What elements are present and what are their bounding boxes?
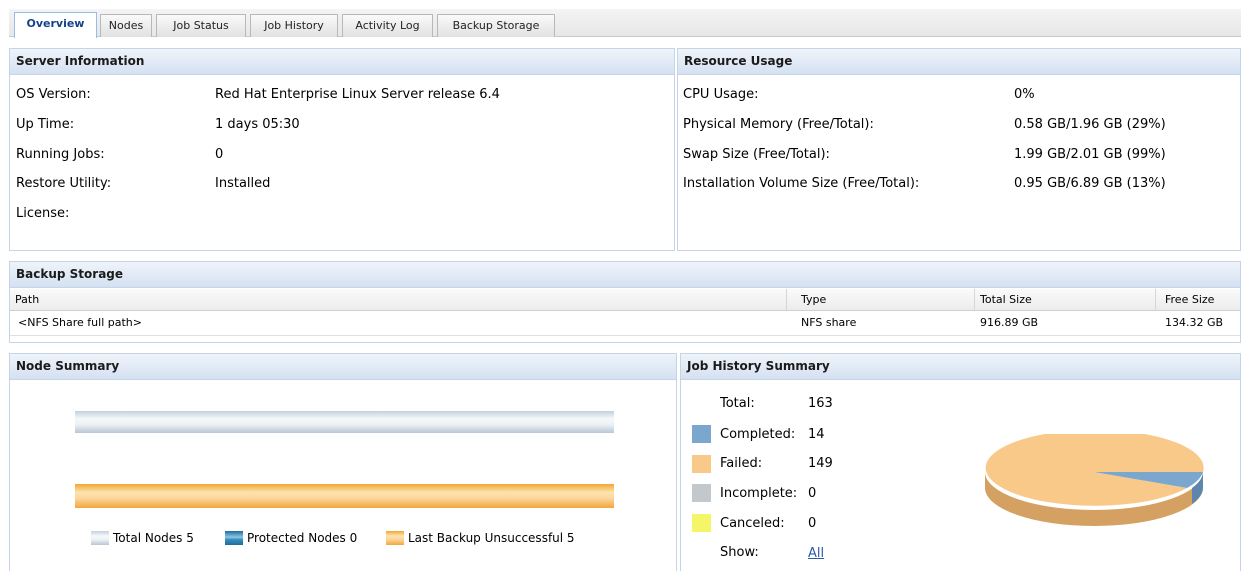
failed-swatch (692, 455, 711, 473)
swap-size-value: 1.99 GB/2.01 GB (99%) (1014, 147, 1166, 162)
pie-slice-failed (985, 434, 1204, 506)
backup-storage-title: Backup Storage (10, 262, 1240, 288)
cpu-usage-value: 0% (1014, 87, 1035, 102)
backup-storage-panel: Backup Storage Path Type Total Size Free… (9, 261, 1241, 343)
completed-value: 14 (808, 427, 825, 442)
tab-activity-log[interactable]: Activity Log (342, 14, 433, 37)
tab-bar: Overview Nodes Job Status Job History Ac… (9, 9, 1241, 38)
swap-size-label: Swap Size (Free/Total): (683, 147, 830, 162)
show-label: Show: (720, 545, 759, 560)
server-information-panel: Server Information OS Version: Red Hat E… (9, 48, 675, 251)
total-size-cell: 916.89 GB (980, 316, 1039, 329)
tab-overview[interactable]: Overview (14, 12, 97, 38)
failed-label: Failed: (720, 456, 763, 471)
canceled-value: 0 (808, 516, 817, 531)
protected-nodes-legend: Protected Nodes 0 (247, 531, 358, 545)
restore-utility-label: Restore Utility: (16, 176, 112, 191)
canceled-swatch (692, 514, 711, 532)
type-cell: NFS share (801, 316, 857, 329)
last-backup-unsuccessful-swatch (386, 531, 404, 545)
restore-utility-value: Installed (215, 176, 271, 191)
physical-memory-label: Physical Memory (Free/Total): (683, 117, 874, 132)
installation-volume-value: 0.95 GB/6.89 GB (13%) (1014, 176, 1166, 191)
column-header-free-size[interactable]: Free Size (1156, 289, 1241, 310)
last-backup-unsuccessful-bar (75, 484, 614, 508)
table-row[interactable]: <NFS Share full path> NFS share 916.89 G… (10, 312, 1240, 336)
incomplete-label: Incomplete: (720, 486, 798, 501)
free-size-cell: 134.32 GB (1165, 316, 1224, 329)
column-header-path[interactable]: Path (10, 289, 787, 310)
up-time-value: 1 days 05:30 (215, 117, 300, 132)
protected-nodes-swatch (225, 531, 243, 545)
job-history-summary-panel: Job History Summary Total: 163 Completed… (680, 353, 1241, 571)
show-all-link[interactable]: All (808, 546, 824, 561)
os-version-value: Red Hat Enterprise Linux Server release … (215, 87, 500, 102)
running-jobs-value: 0 (215, 147, 224, 162)
server-information-title: Server Information (10, 49, 674, 75)
up-time-label: Up Time: (16, 117, 75, 132)
total-nodes-legend: Total Nodes 5 (113, 531, 194, 545)
tab-job-status[interactable]: Job Status (156, 14, 246, 37)
running-jobs-label: Running Jobs: (16, 147, 105, 162)
backup-storage-header-row: Path Type Total Size Free Size (10, 289, 1240, 311)
job-history-pie-chart (985, 434, 1204, 526)
cpu-usage-label: CPU Usage: (683, 87, 759, 102)
incomplete-swatch (692, 484, 711, 502)
job-history-summary-title: Job History Summary (681, 354, 1240, 380)
column-header-total-size[interactable]: Total Size (975, 289, 1156, 310)
total-nodes-bar (75, 411, 614, 433)
column-header-type[interactable]: Type (787, 289, 975, 310)
resource-usage-title: Resource Usage (678, 49, 1240, 75)
node-summary-panel: Node Summary Total Nodes 5 Protected Nod… (9, 353, 677, 571)
total-nodes-swatch (91, 531, 109, 545)
os-version-label: OS Version: (16, 87, 91, 102)
incomplete-value: 0 (808, 486, 817, 501)
license-label: License: (16, 206, 70, 221)
total-label: Total: (720, 396, 755, 411)
tab-nodes[interactable]: Nodes (100, 14, 152, 37)
completed-label: Completed: (720, 427, 796, 442)
path-cell: <NFS Share full path> (18, 316, 142, 329)
tab-job-history[interactable]: Job History (250, 14, 338, 37)
node-summary-title: Node Summary (10, 354, 676, 380)
canceled-label: Canceled: (720, 516, 785, 531)
physical-memory-value: 0.58 GB/1.96 GB (29%) (1014, 117, 1166, 132)
total-value: 163 (808, 396, 833, 411)
tab-backup-storage[interactable]: Backup Storage (437, 14, 555, 37)
completed-swatch (692, 425, 711, 443)
failed-value: 149 (808, 456, 833, 471)
last-backup-unsuccessful-legend: Last Backup Unsuccessful 5 (408, 531, 575, 545)
installation-volume-label: Installation Volume Size (Free/Total): (683, 176, 920, 191)
resource-usage-panel: Resource Usage CPU Usage: 0% Physical Me… (677, 48, 1241, 251)
